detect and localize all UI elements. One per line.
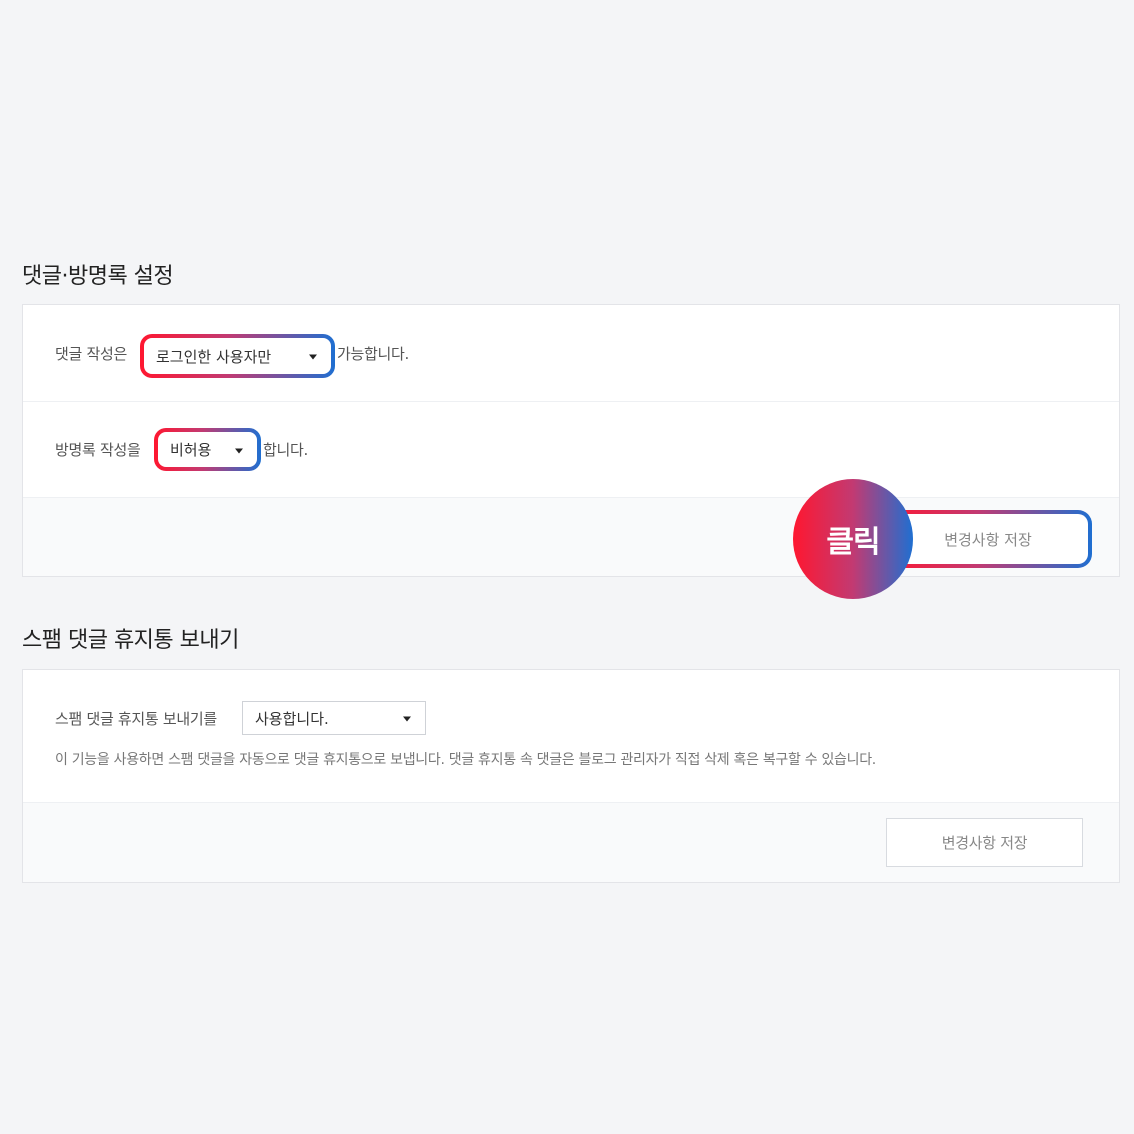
comment-permission-row: 댓글 작성은 로그인한 사용자만 가능합니다.: [23, 305, 1119, 402]
comment-permission-prefix: 댓글 작성은: [55, 344, 127, 363]
guestbook-permission-row: 방명록 작성을 비허용 합니다.: [23, 402, 1119, 498]
spam-comment-panel: 스팸 댓글 휴지통 보내기를 사용합니다. 이 기능을 사용하면 스팸 댓글을 …: [22, 669, 1120, 883]
chevron-down-icon: [403, 716, 411, 722]
comment-permission-select[interactable]: 로그인한 사용자만: [140, 334, 335, 378]
chevron-down-icon: [309, 354, 317, 360]
guestbook-permission-select[interactable]: 비허용: [154, 428, 261, 471]
spam-prefix: 스팸 댓글 휴지통 보내기를: [55, 710, 217, 728]
spam-description: 이 기능을 사용하면 스팸 댓글을 자동으로 댓글 휴지통으로 보냅니다. 댓글…: [55, 752, 876, 768]
spam-comment-trash-title: 스팸 댓글 휴지통 보내기: [22, 628, 239, 653]
spam-row: 스팸 댓글 휴지통 보내기를 사용합니다. 이 기능을 사용하면 스팸 댓글을 …: [23, 670, 1119, 803]
click-badge: 클릭: [793, 479, 913, 599]
chevron-down-icon: [235, 448, 243, 453]
spam-setting-select[interactable]: 사용합니다.: [242, 701, 426, 735]
spam-setting-value: 사용합니다.: [255, 709, 329, 728]
save-changes-button[interactable]: 변경사항 저장: [886, 818, 1083, 867]
guestbook-permission-prefix: 방명록 작성을: [55, 441, 141, 459]
save-changes-label: 변경사항 저장: [944, 530, 1032, 549]
save-changes-button-highlight[interactable]: 변경사항 저장: [884, 510, 1092, 568]
section2-footer: 변경사항 저장: [23, 803, 1119, 882]
comment-guestbook-settings-title: 댓글·방명록 설정: [22, 264, 174, 289]
guestbook-permission-value: 비허용: [170, 441, 212, 459]
comment-permission-suffix: 가능합니다.: [337, 344, 409, 363]
save-changes-label: 변경사항 저장: [941, 834, 1028, 852]
comment-permission-value: 로그인한 사용자만: [156, 347, 272, 366]
guestbook-permission-suffix: 합니다.: [263, 441, 308, 459]
